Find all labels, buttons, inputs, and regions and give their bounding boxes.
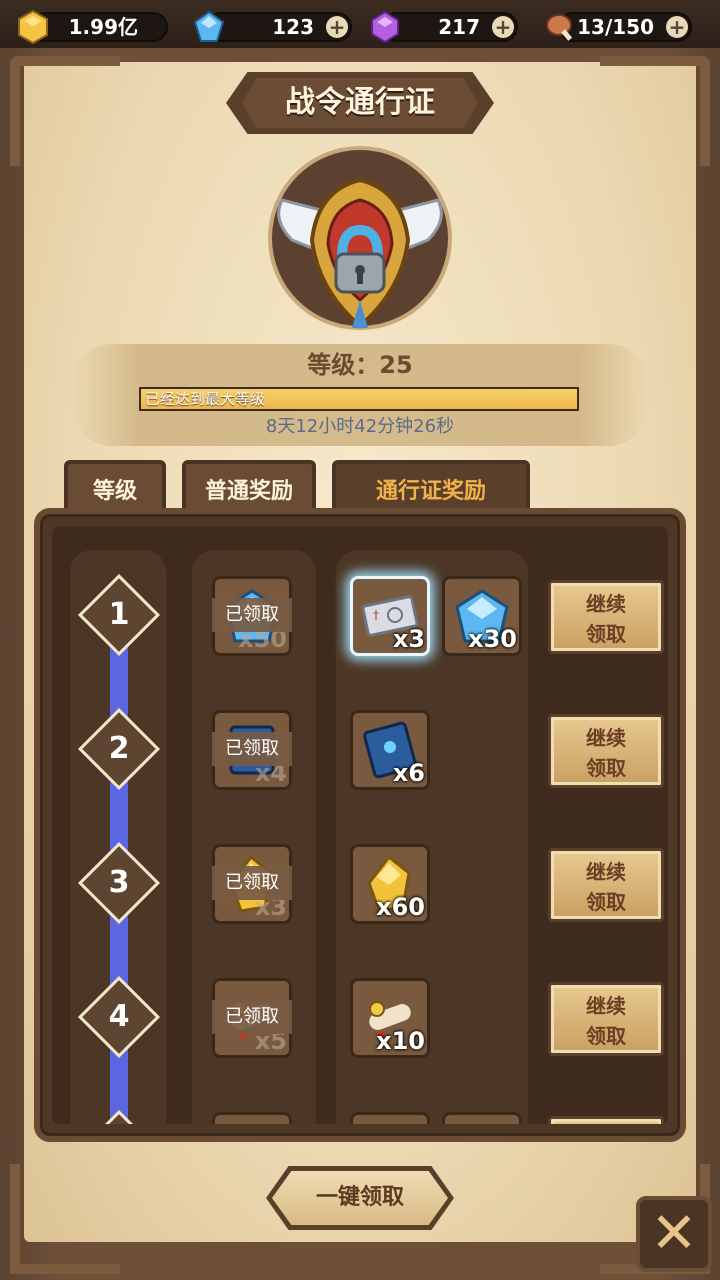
claimed-tag: 已领取 [212,732,292,766]
claim-all-button-face [272,1171,448,1225]
crystal-value: 217 [438,15,480,39]
pass-reward-slot[interactable] [442,1112,522,1124]
resource-bar: 1.99亿 123 + 217 + 13/150 + [0,0,720,52]
claimed-tag: 已领取 [212,598,292,632]
svg-text:†: † [373,608,379,622]
pass-reward-slot[interactable]: † x3 [350,576,430,656]
reward-quantity: x3 [392,625,425,653]
button-label-line2: 领取 [586,1024,626,1048]
page-title: 战令通行证 [285,85,435,120]
claimed-tag: 已领取 [212,1000,292,1034]
reward-quantity: x10 [376,1027,425,1055]
button-label-line1: 继续 [586,726,626,750]
claimed-tag: 已领取 [212,866,292,900]
season-timer: 8天12小时42分钟26秒 [265,416,455,437]
crystal-counter: 217 + [371,10,518,44]
stamina-counter: 13/150 + [546,12,692,42]
button-label-line2: 领取 [586,756,626,780]
level-label: 等级：25 [307,351,413,379]
diamond-counter: 123 + [193,10,352,42]
meat-stamina-icon [546,14,573,41]
diamond-icon [451,1121,513,1124]
button-label-line2: 领取 [586,890,626,914]
continue-claim-button[interactable]: 继续 领取 [548,982,664,1056]
reward-list-panel: 1 x50 已领取 † x3 x30 继续 领取 2 x4 已领取 x6 继续 领取 3 x3 已领取 x60 继续… [34,508,686,1142]
button-label-line1: 继续 [586,592,626,616]
gold-gem-icon [18,10,48,44]
button-label-line2: 领取 [586,622,626,646]
pass-reward-slot[interactable]: x60 [350,844,430,924]
level-number: 4 [108,999,130,1034]
frame-corner [10,56,120,166]
level-number: 3 [108,865,130,900]
level-status-text: 已经达到最大等级 [145,390,266,408]
frame-corner [600,56,710,166]
reward-quantity: x60 [376,893,425,921]
level-number: 2 [108,731,130,766]
level-number [90,1122,148,1124]
add-stamina-button[interactable]: + [666,16,688,38]
continue-claim-button[interactable]: 继续 领取 [548,848,664,922]
add-crystal-button[interactable]: + [492,16,514,38]
level-number: 1 [108,597,130,632]
pass-reward-slot[interactable]: x6 [350,710,430,790]
horn-icon [359,1121,421,1124]
button-label-line1: 继续 [586,994,626,1018]
gold-value: 1.99亿 [68,15,138,39]
button-label-line1: 继续 [586,860,626,884]
close-x-icon: ✕ [650,1201,698,1266]
pass-reward-slot[interactable] [350,1112,430,1124]
pass-reward-slot[interactable]: x30 [442,576,522,656]
close-button[interactable]: ✕ [636,1196,712,1272]
locked-pass-emblem-icon [277,177,443,329]
reward-quantity: x6 [392,759,425,787]
purple-crystal-icon [371,10,399,44]
pass-reward-slot[interactable]: x10 [350,978,430,1058]
frame-corner [10,1164,120,1274]
continue-claim-button[interactable]: 继续 领取 [548,714,664,788]
diamond-value: 123 [272,15,314,39]
continue-claim-button[interactable]: 继续 领取 [548,580,664,654]
add-diamond-button[interactable]: + [326,16,348,38]
ticket-icon: † [221,1121,283,1124]
reward-quantity: x30 [468,625,517,653]
stamina-value: 13/150 [577,15,654,39]
reward-list[interactable]: 1 x50 已领取 † x3 x30 继续 领取 2 x4 已领取 x6 继续 领取 3 x3 已领取 x60 继续… [52,526,668,1124]
normal-reward-slot[interactable]: † [212,1112,292,1124]
blue-diamond-icon [193,10,225,42]
continue-claim-button[interactable]: 继续 [548,1116,664,1124]
claim-all-button[interactable] [266,1166,454,1230]
gold-counter: 1.99亿 [18,10,168,44]
level-progress-bar: 已经达到最大等级 [139,387,579,411]
